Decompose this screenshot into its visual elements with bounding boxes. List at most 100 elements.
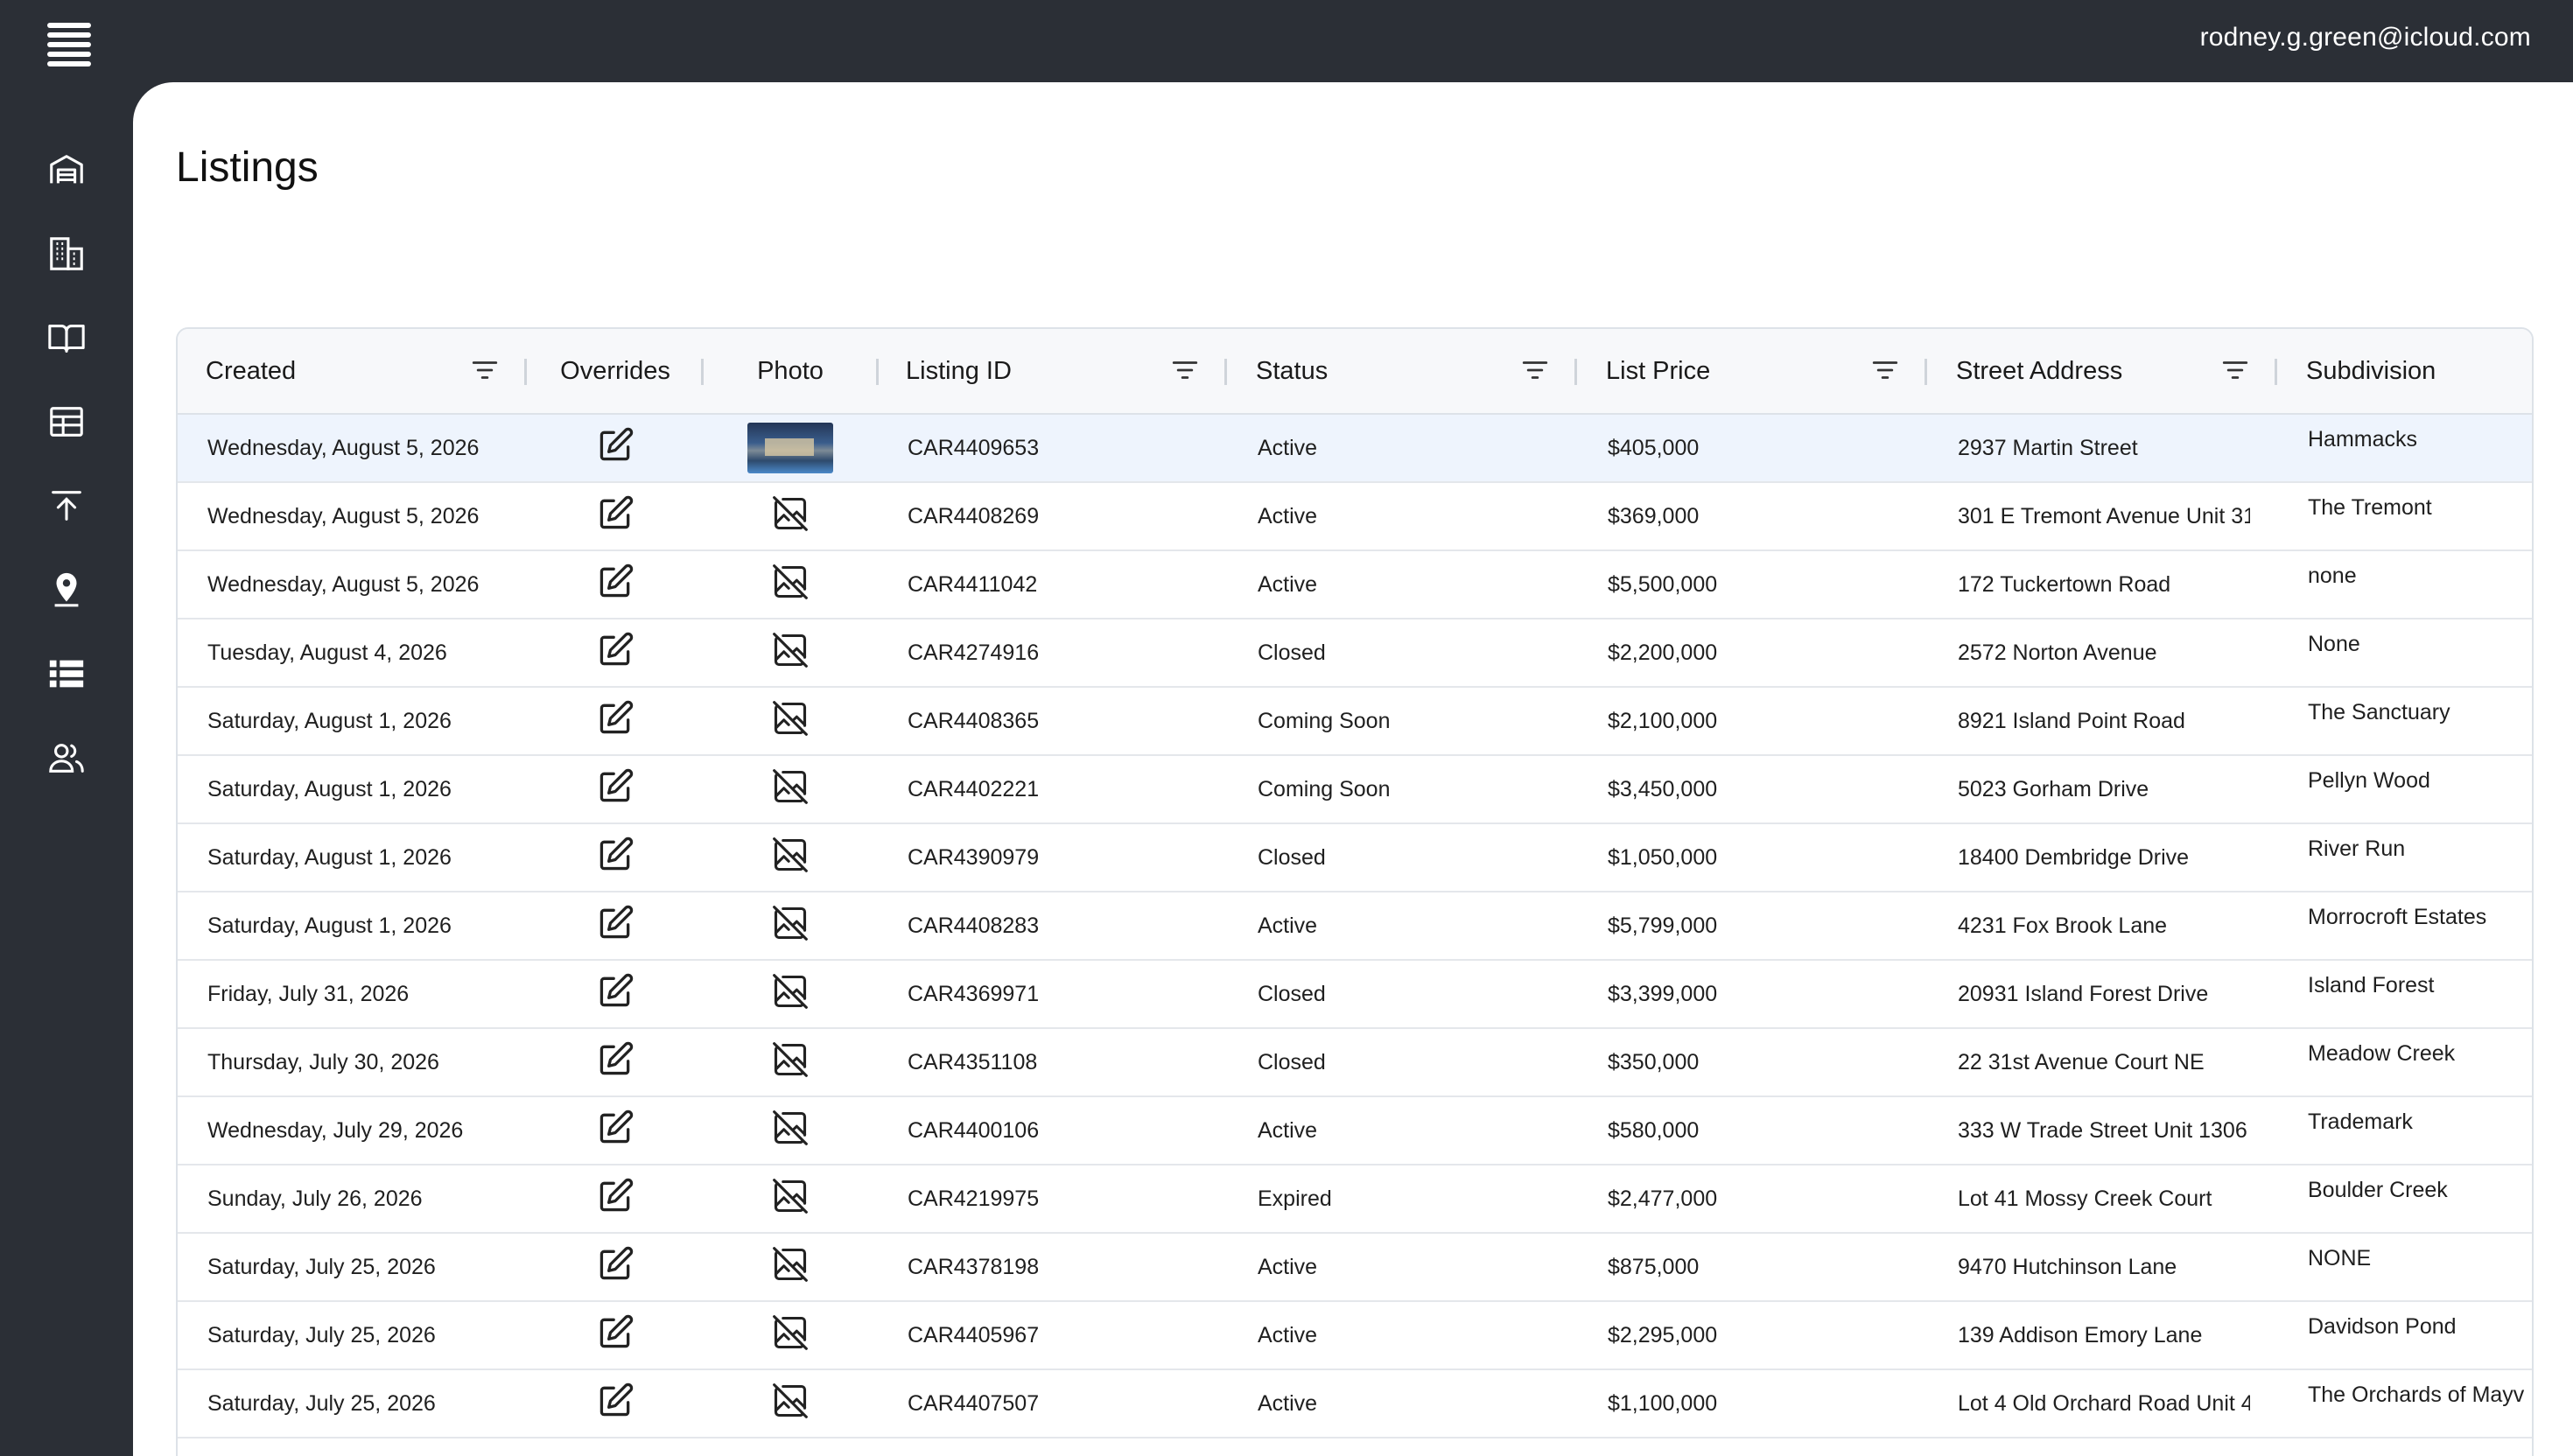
- cell-list-price: $3,399,000: [1608, 981, 1718, 1006]
- cell-status: Active: [1258, 1390, 1318, 1416]
- cell-subdivision: Pellyn Wood: [2308, 768, 2430, 793]
- cell-status: Closed: [1258, 640, 1326, 665]
- column-separator[interactable]: [1574, 359, 1577, 385]
- cell-status: Active: [1258, 571, 1318, 597]
- table-row[interactable]: [178, 1438, 2532, 1456]
- cell-created: Wednesday, August 5, 2026: [207, 571, 480, 597]
- cell-created: Thursday, July 30, 2026: [207, 1049, 439, 1074]
- cell-subdivision: River Run: [2308, 836, 2406, 861]
- cell-created: Friday, July 31, 2026: [207, 981, 410, 1006]
- column-separator[interactable]: [524, 359, 527, 385]
- cell-photo: [703, 961, 878, 1027]
- table-row[interactable]: Thursday, July 30, 2026 CAR4351108 Closed $…: [178, 1029, 2532, 1097]
- edit-overrides-icon[interactable]: [596, 767, 634, 812]
- nav-table[interactable]: [39, 394, 95, 450]
- edit-overrides-icon[interactable]: [596, 972, 634, 1017]
- no-photo-icon: [771, 1382, 810, 1426]
- table-row[interactable]: Tuesday, August 4, 2026 CAR4274916 Closed $…: [178, 620, 2532, 688]
- edit-overrides-icon[interactable]: [596, 426, 634, 471]
- column-header-subdivision[interactable]: Subdivision: [2306, 329, 2532, 413]
- cell-status: Active: [1258, 1117, 1318, 1143]
- column-header-list-price[interactable]: List Price: [1606, 329, 1868, 413]
- column-header-created[interactable]: Created: [206, 329, 494, 413]
- cell-list-price: $5,500,000: [1608, 571, 1718, 597]
- column-separator[interactable]: [1224, 359, 1227, 385]
- filter-icon[interactable]: [1520, 355, 1550, 385]
- cell-photo: [703, 415, 878, 481]
- listing-photo-thumbnail[interactable]: [747, 423, 833, 473]
- column-header-status[interactable]: Status: [1256, 329, 1518, 413]
- table-row[interactable]: Saturday, August 1, 2026 CAR4408365 Coming…: [178, 688, 2532, 756]
- cell-street-address: 9470 Hutchinson Lane: [1958, 1254, 2177, 1279]
- cell-photo: [703, 688, 878, 754]
- no-photo-icon: [771, 631, 810, 676]
- cell-listing-id: CAR4274916: [908, 640, 1040, 665]
- edit-overrides-icon[interactable]: [596, 1177, 634, 1222]
- column-separator[interactable]: [1924, 359, 1927, 385]
- table-row[interactable]: Saturday, August 1, 2026 CAR4402221 Coming…: [178, 756, 2532, 824]
- column-header-street-address[interactable]: Street Address: [1956, 329, 2219, 413]
- menu-icon[interactable]: [44, 19, 96, 68]
- nav-book[interactable]: [39, 310, 95, 366]
- table-row[interactable]: Saturday, August 1, 2026 CAR4408283 Active…: [178, 892, 2532, 961]
- sidebar: [0, 82, 133, 1456]
- edit-overrides-icon[interactable]: [596, 1382, 634, 1426]
- edit-overrides-icon[interactable]: [596, 1040, 634, 1085]
- nav-users[interactable]: [39, 730, 95, 786]
- edit-overrides-icon[interactable]: [596, 836, 634, 880]
- cell-created: Sunday, July 26, 2026: [207, 1186, 423, 1211]
- edit-overrides-icon[interactable]: [596, 494, 634, 539]
- table-row[interactable]: Saturday, July 25, 2026 CAR4405967 Active $…: [178, 1302, 2532, 1370]
- cell-street-address: 139 Addison Emory Lane: [1958, 1322, 2203, 1348]
- column-header-photo[interactable]: Photo: [703, 329, 878, 413]
- nav-upload[interactable]: [39, 478, 95, 534]
- cell-created: Wednesday, August 5, 2026: [207, 503, 480, 528]
- edit-overrides-icon[interactable]: [596, 563, 634, 607]
- edit-overrides-icon[interactable]: [596, 1109, 634, 1153]
- column-separator[interactable]: [876, 359, 879, 385]
- user-email[interactable]: rodney.g.green@icloud.com: [2200, 23, 2531, 52]
- column-header-overrides[interactable]: Overrides: [528, 329, 703, 413]
- column-header-listing-id[interactable]: Listing ID: [906, 329, 1168, 413]
- cell-street-address: 5023 Gorham Drive: [1958, 776, 2149, 802]
- cell-photo: [703, 1302, 878, 1368]
- cell-photo: [703, 1166, 878, 1232]
- cell-photo: [703, 756, 878, 822]
- users-icon: [49, 744, 84, 773]
- table-row[interactable]: Friday, July 31, 2026 CAR4369971 Closed $3,…: [178, 961, 2532, 1029]
- building-icon: [50, 237, 83, 270]
- cell-listing-id: CAR4219975: [908, 1186, 1040, 1211]
- edit-overrides-icon[interactable]: [596, 699, 634, 744]
- cell-list-price: $2,295,000: [1608, 1322, 1718, 1348]
- table-row[interactable]: Wednesday, August 5, 2026 CAR4411042 Activ…: [178, 551, 2532, 620]
- filter-icon[interactable]: [470, 355, 500, 385]
- edit-overrides-icon[interactable]: [596, 904, 634, 948]
- table-row[interactable]: Wednesday, August 5, 2026 CAR4409653 Activ…: [178, 415, 2532, 483]
- filter-icon[interactable]: [2220, 355, 2250, 385]
- edit-overrides-icon[interactable]: [596, 631, 634, 676]
- table-row[interactable]: Sunday, July 26, 2026 CAR4219975 Expired $2…: [178, 1166, 2532, 1234]
- edit-overrides-icon[interactable]: [596, 1245, 634, 1290]
- table-row[interactable]: Wednesday, August 5, 2026 CAR4408269 Activ…: [178, 483, 2532, 551]
- table-header: Created Overrides Photo Listing ID Statu…: [178, 329, 2532, 415]
- column-separator[interactable]: [2275, 359, 2277, 385]
- nav-warehouse[interactable]: [39, 142, 95, 198]
- filter-icon[interactable]: [1170, 355, 1200, 385]
- table-row[interactable]: Saturday, July 25, 2026 CAR4407507 Active $…: [178, 1370, 2532, 1438]
- cell-listing-id: CAR4369971: [908, 981, 1040, 1006]
- nav-buildings[interactable]: [39, 226, 95, 282]
- book-icon: [48, 325, 85, 353]
- table-row[interactable]: Wednesday, July 29, 2026 CAR4400106 Active…: [178, 1097, 2532, 1166]
- nav-list[interactable]: [39, 646, 95, 702]
- cell-list-price: $580,000: [1608, 1117, 1700, 1143]
- table-row[interactable]: Saturday, July 25, 2026 CAR4378198 Active $…: [178, 1234, 2532, 1302]
- cell-list-price: $2,100,000: [1608, 708, 1718, 733]
- cell-created: Saturday, August 1, 2026: [207, 776, 452, 802]
- table-row[interactable]: Saturday, August 1, 2026 CAR4390979 Closed…: [178, 824, 2532, 892]
- page-title: Listings: [176, 144, 319, 191]
- edit-overrides-icon[interactable]: [596, 1313, 634, 1358]
- cell-street-address: 22 31st Avenue Court NE: [1958, 1049, 2205, 1074]
- nav-location[interactable]: [39, 562, 95, 618]
- top-bar: rodney.g.green@icloud.com: [0, 0, 2573, 82]
- filter-icon[interactable]: [1870, 355, 1900, 385]
